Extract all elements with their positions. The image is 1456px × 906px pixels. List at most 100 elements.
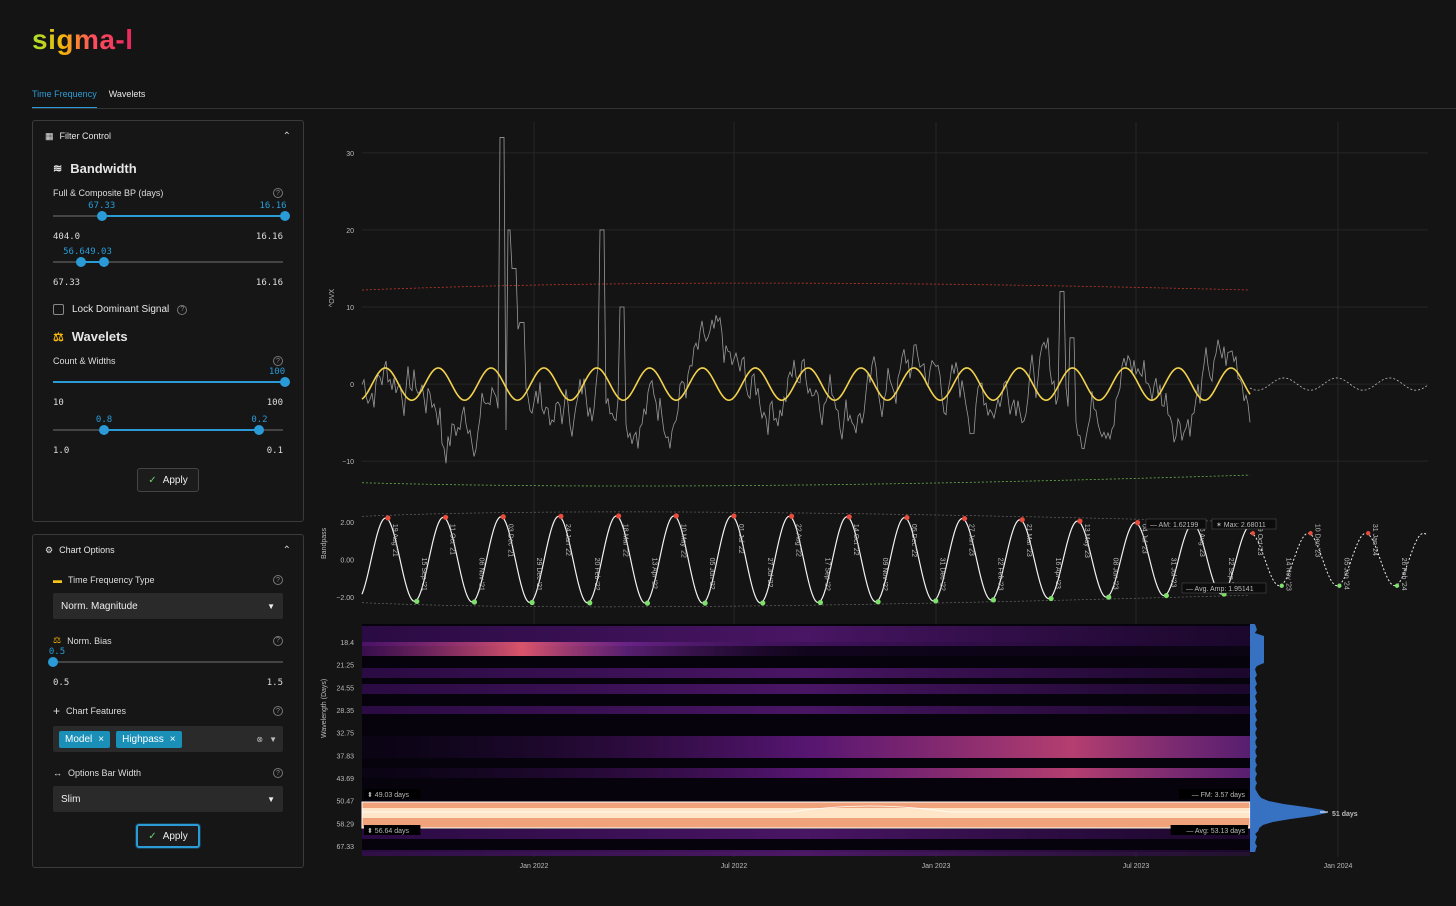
tf-type-label: Time Frequency Type xyxy=(68,575,155,585)
slider-low-thumb[interactable] xyxy=(75,257,86,267)
feature-tag[interactable]: Highpass × xyxy=(116,730,182,748)
bandpass-lower-envelope xyxy=(361,594,1251,608)
chevron-up-icon[interactable]: ⌃ xyxy=(283,131,291,142)
forecast-peak-marker xyxy=(1366,531,1371,536)
range-min: 67.33 xyxy=(53,278,81,288)
lock-dominant-checkbox[interactable] xyxy=(53,304,64,315)
heatmap-band xyxy=(362,642,1250,656)
cycle-date-label: 20 Feb '22 xyxy=(593,558,600,591)
chart-options-header[interactable]: ⚙ Chart Options ⌃ xyxy=(33,535,303,565)
slider-high-thumb[interactable] xyxy=(280,211,290,221)
slider-low-thumb[interactable] xyxy=(99,425,110,435)
cycle-date-label: 16 Apr '23 xyxy=(1054,558,1061,589)
peak-marker xyxy=(615,513,622,519)
trough-marker xyxy=(875,599,881,605)
slider-low-thumb[interactable] xyxy=(96,211,107,221)
y-tick-label: 37.83 xyxy=(336,753,354,760)
bar-width-row: ↔ Options Bar Width ? xyxy=(33,768,303,778)
apply-label: Apply xyxy=(162,474,188,486)
apply-label: Apply xyxy=(162,830,188,842)
filter-apply-button[interactable]: ✓ Apply xyxy=(137,468,199,492)
help-icon[interactable]: ? xyxy=(273,575,283,585)
feature-tag[interactable]: Model × xyxy=(59,730,111,748)
wavelets-heading: ⚖ Wavelets xyxy=(33,329,303,344)
bias-row: ⚖ Norm. Bias ? xyxy=(33,635,303,646)
slider-thumb[interactable] xyxy=(48,657,58,667)
trough-marker xyxy=(471,599,478,605)
y-tick-label: 0 xyxy=(350,382,354,389)
slider-value: 0.5 xyxy=(48,647,66,657)
forecast-peak-marker xyxy=(1308,531,1313,536)
wavelet-widths-slider[interactable]: 0.8 0.2 xyxy=(53,415,283,446)
filter-control-header[interactable]: ▦ Filter Control ⌃ xyxy=(33,121,303,151)
help-icon[interactable]: ? xyxy=(273,706,283,716)
remove-icon[interactable]: × xyxy=(98,734,104,745)
bias-range: 0.5 1.5 xyxy=(33,678,303,688)
heatmap-band xyxy=(362,706,1250,714)
y-tick-label: 32.75 xyxy=(336,731,354,738)
caret-down-icon[interactable]: ▼ xyxy=(269,735,277,744)
forecast-trough-marker xyxy=(1279,583,1284,588)
cycle-date-label: 13 Apr '22 xyxy=(650,558,657,589)
chevron-up-icon[interactable]: ⌃ xyxy=(283,545,291,556)
caret-down-icon: ▼ xyxy=(267,794,275,804)
composite-bp-range: 67.33 16.16 xyxy=(33,278,303,288)
cycle-date-label: 27 Jan '23 xyxy=(968,524,975,556)
filter-control-panel: ▦ Filter Control ⌃ ≋ Bandwidth Full & Co… xyxy=(32,120,304,522)
y-tick-label: 58.29 xyxy=(336,821,354,828)
cycle-date-label: 08 Jun '23 xyxy=(1112,558,1119,590)
peak-marker xyxy=(904,514,910,521)
tf-type-row: ▬ Time Frequency Type ? xyxy=(33,575,303,585)
help-icon[interactable]: ? xyxy=(273,188,283,198)
slider-low-value: 0.8 xyxy=(95,415,113,425)
trough-marker xyxy=(587,600,593,606)
clear-icon[interactable]: ⊗ xyxy=(256,735,263,744)
chart-apply-button[interactable]: ✓ Apply xyxy=(136,824,200,848)
time-frequency-charts[interactable]: 30 20 10 0 −10 ^OVX 2.00 0.00 −2.00 Bandpass 19 Au… xyxy=(310,112,1450,882)
slider-high-thumb[interactable] xyxy=(254,425,265,435)
heatmap-band xyxy=(362,668,1250,678)
lock-dominant-row[interactable]: Lock Dominant Signal ? xyxy=(33,304,303,315)
heatmap-band xyxy=(362,684,1250,694)
slider-thumb[interactable] xyxy=(280,377,290,387)
tag-label: Model xyxy=(65,733,93,745)
trough-marker xyxy=(933,598,939,604)
tab-time-frequency[interactable]: Time Frequency xyxy=(32,88,97,108)
help-icon[interactable]: ? xyxy=(273,768,283,778)
help-icon[interactable]: ? xyxy=(177,304,188,315)
wavelet-count-range: 10 100 xyxy=(33,398,303,408)
bar-width-select[interactable]: Slim ▼ xyxy=(53,786,283,812)
cycle-date-label: 14 Nov '23 xyxy=(1285,558,1292,591)
cycle-date-label: 10 Dec '23 xyxy=(1314,524,1321,557)
check-icon: ✓ xyxy=(148,830,157,842)
wavelet-count-slider[interactable]: 100 xyxy=(53,367,290,398)
remove-icon[interactable]: × xyxy=(170,734,176,745)
x-tick-label: Jan 2022 xyxy=(520,863,549,870)
spectrum-profile xyxy=(1250,624,1327,852)
heatmap-band xyxy=(362,736,1250,758)
bias-slider[interactable]: 0.5 xyxy=(48,647,283,678)
bias-label: Norm. Bias xyxy=(67,635,112,646)
cycle-date-label: 22 Aug '22 xyxy=(795,524,802,557)
tab-wavelets[interactable]: Wavelets xyxy=(109,88,146,108)
app-logo: sigma-l xyxy=(32,24,134,55)
tf-type-value: Norm. Magnitude xyxy=(61,600,138,612)
full-bp-slider[interactable]: 67.33 16.16 xyxy=(53,201,290,232)
help-icon[interactable]: ? xyxy=(273,635,283,646)
heatmap-band xyxy=(362,829,1250,839)
arrows-horizontal-icon: ↔ xyxy=(53,768,62,778)
y-tick-label: 0.00 xyxy=(340,558,354,565)
lock-dominant-label: Lock Dominant Signal xyxy=(72,304,170,315)
composite-bp-slider[interactable]: 56.649.03 xyxy=(53,247,283,278)
features-multiselect[interactable]: Model × Highpass × ⊗ ▼ xyxy=(53,726,283,752)
cycle-date-label: 31 Jan '24 xyxy=(1371,524,1378,556)
bandwidth-label: Full & Composite BP (days) xyxy=(53,188,164,198)
help-icon[interactable]: ? xyxy=(273,356,283,366)
filter-control-title: Filter Control xyxy=(59,131,112,141)
tf-type-select[interactable]: Norm. Magnitude ▼ xyxy=(53,593,283,619)
y-axis-label: ^OVX xyxy=(329,289,336,307)
bandwidth-heading: ≋ Bandwidth xyxy=(33,161,303,176)
am-annotation: — AM: 1.62199 xyxy=(1150,522,1198,529)
bandwidth-label-row: Full & Composite BP (days) ? xyxy=(33,188,303,198)
slider-high-thumb[interactable] xyxy=(99,257,110,267)
